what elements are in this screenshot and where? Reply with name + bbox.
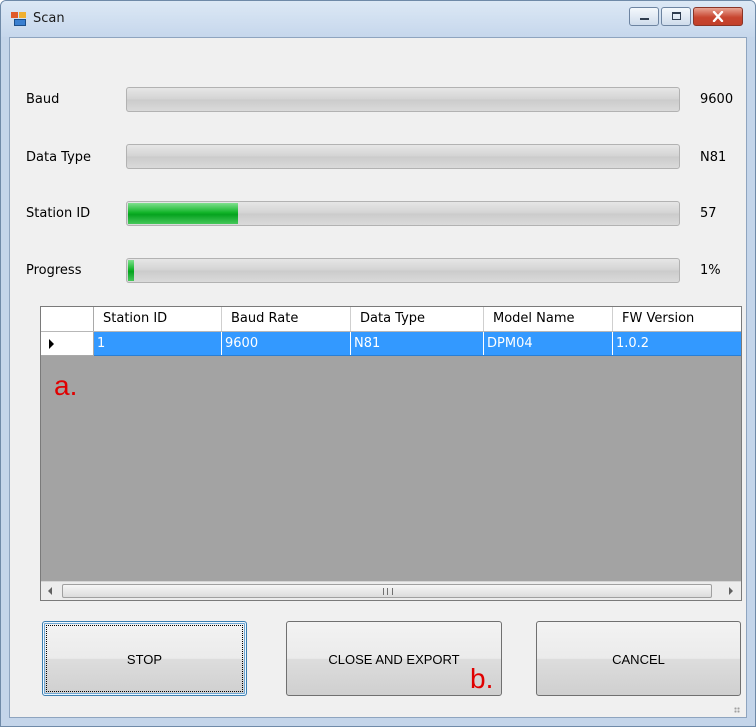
baud-progress-bar bbox=[126, 87, 680, 112]
scrollbar-grip-icon bbox=[383, 588, 393, 595]
scroll-left-arrow-icon[interactable] bbox=[48, 587, 52, 595]
window-title: Scan bbox=[33, 11, 65, 26]
table-row[interactable]: 1 9600 N81 DPM04 1.0.2 bbox=[94, 332, 741, 356]
data-type-label: Data Type bbox=[26, 150, 92, 165]
progress-fill bbox=[128, 260, 134, 281]
column-header-station-id[interactable]: Station ID bbox=[94, 307, 222, 331]
row-header[interactable] bbox=[41, 332, 94, 356]
grid-header: Station ID Baud Rate Data Type Model Nam… bbox=[41, 307, 741, 332]
column-header-baud-rate[interactable]: Baud Rate bbox=[222, 307, 351, 331]
scan-window: Scan Baud 9600 Data Type N81 Station ID … bbox=[0, 0, 756, 727]
app-icon bbox=[11, 12, 27, 26]
baud-label: Baud bbox=[26, 92, 60, 107]
close-button[interactable] bbox=[693, 7, 743, 26]
progress-label: Progress bbox=[26, 263, 82, 278]
client-area: Baud 9600 Data Type N81 Station ID 57 Pr… bbox=[9, 37, 747, 718]
cell-fw-version[interactable]: 1.0.2 bbox=[613, 332, 741, 355]
resize-grip-icon[interactable] bbox=[734, 707, 740, 713]
data-type-progress-bar bbox=[126, 144, 680, 169]
grid-corner-header bbox=[41, 307, 94, 331]
column-header-model-name[interactable]: Model Name bbox=[484, 307, 613, 331]
close-icon bbox=[712, 11, 724, 22]
maximize-button[interactable] bbox=[661, 7, 691, 26]
title-bar[interactable]: Scan bbox=[1, 1, 755, 37]
scrollbar-thumb[interactable] bbox=[62, 584, 712, 598]
cell-model-name[interactable]: DPM04 bbox=[484, 332, 613, 355]
minimize-button[interactable] bbox=[629, 7, 659, 26]
horizontal-scrollbar[interactable] bbox=[41, 581, 741, 600]
maximize-icon bbox=[672, 12, 681, 20]
station-id-value: 57 bbox=[700, 206, 717, 221]
cell-data-type[interactable]: N81 bbox=[351, 332, 484, 355]
cell-station-id[interactable]: 1 bbox=[94, 332, 222, 355]
scroll-right-arrow-icon[interactable] bbox=[729, 587, 733, 595]
baud-value: 9600 bbox=[700, 92, 734, 107]
data-type-value: N81 bbox=[700, 150, 727, 165]
progress-bar bbox=[126, 258, 680, 283]
station-id-progress-fill bbox=[128, 203, 238, 224]
annotation-b: b. bbox=[470, 663, 494, 694]
progress-value: 1% bbox=[700, 263, 721, 278]
current-row-arrow-icon bbox=[49, 339, 54, 349]
results-grid[interactable]: Station ID Baud Rate Data Type Model Nam… bbox=[40, 306, 742, 601]
minimize-icon bbox=[640, 18, 649, 20]
column-header-fw-version[interactable]: FW Version bbox=[613, 307, 741, 331]
station-id-progress-bar bbox=[126, 201, 680, 226]
station-id-label: Station ID bbox=[26, 206, 91, 221]
cancel-button[interactable]: CANCEL bbox=[536, 621, 741, 696]
cell-baud-rate[interactable]: 9600 bbox=[222, 332, 351, 355]
column-header-data-type[interactable]: Data Type bbox=[351, 307, 484, 331]
annotation-a: a. bbox=[54, 370, 78, 401]
stop-button[interactable]: STOP bbox=[42, 621, 247, 696]
